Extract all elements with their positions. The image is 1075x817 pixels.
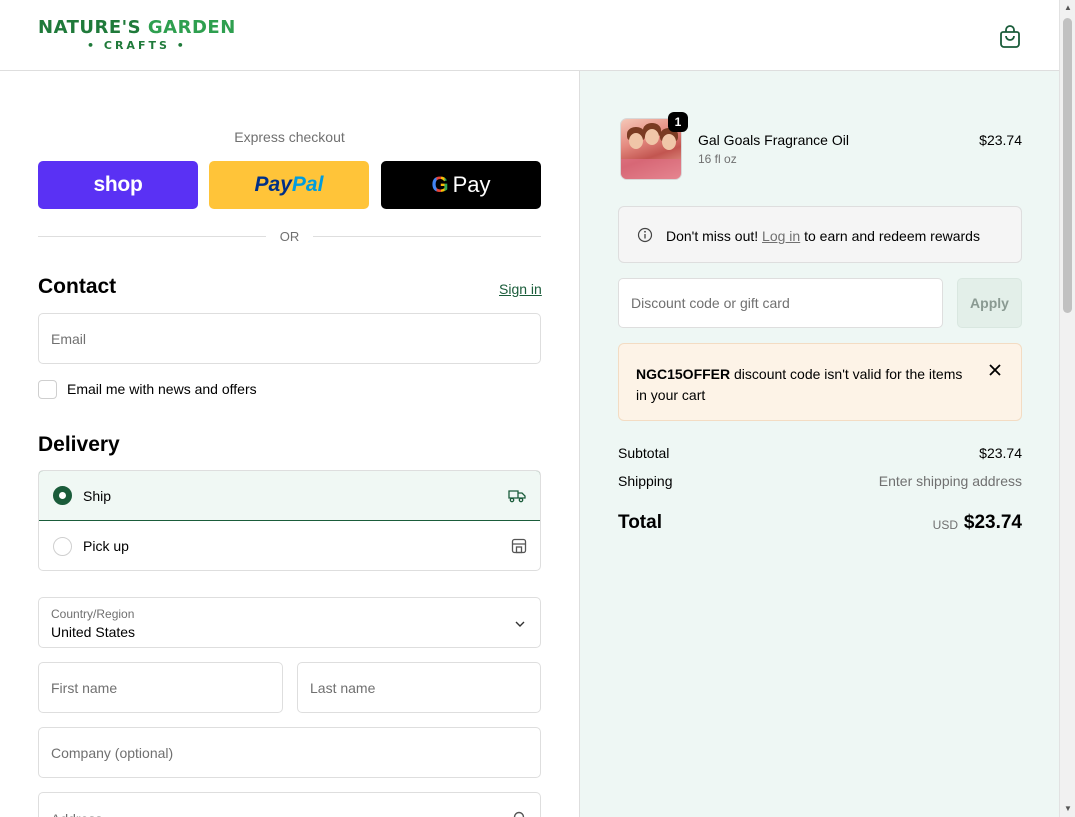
sign-in-link[interactable]: Sign in: [499, 281, 542, 297]
total-label: Total: [618, 512, 662, 533]
express-checkout-label: Express checkout: [234, 129, 345, 145]
company-field[interactable]: [38, 727, 541, 778]
rewards-text: Don't miss out! Log in to earn and redee…: [666, 228, 980, 244]
scroll-up-arrow-icon[interactable]: ▲: [1060, 0, 1075, 16]
first-name-input[interactable]: [39, 663, 282, 712]
google-g-icon: G: [431, 172, 449, 197]
product-name: Gal Goals Fragrance Oil: [698, 132, 849, 148]
truck-icon: [508, 487, 526, 505]
or-divider: OR: [38, 228, 541, 246]
rewards-banner: Don't miss out! Log in to earn and redee…: [618, 206, 1022, 263]
discount-field[interactable]: [618, 278, 943, 328]
country-select[interactable]: Country/Region United States: [38, 597, 541, 648]
total-value: $23.74: [963, 512, 1022, 533]
scrollbar-thumb[interactable]: [1063, 18, 1072, 313]
close-icon[interactable]: [988, 363, 1002, 377]
last-name-field[interactable]: [297, 662, 541, 713]
delivery-title: Delivery: [38, 433, 120, 456]
newsletter-label: Email me with news and offers: [67, 381, 257, 397]
country-label: Country/Region: [51, 607, 135, 621]
paypal-button[interactable]: Pay Pal: [209, 161, 369, 209]
google-pay-button[interactable]: G Pay: [381, 161, 541, 209]
total-currency: USD: [932, 518, 958, 532]
ship-radio[interactable]: [53, 486, 72, 505]
newsletter-checkbox[interactable]: [38, 379, 57, 399]
info-icon: [637, 227, 653, 243]
product-price: $23.74: [979, 132, 1022, 148]
newsletter-option[interactable]: Email me with news and offers: [38, 379, 257, 399]
product-variant: 16 fl oz: [698, 152, 737, 166]
logo-subline: • CRAFTS •: [87, 39, 187, 52]
email-field[interactable]: [38, 313, 541, 364]
logo-wordmark: NATURE'S GARDEN: [38, 17, 236, 38]
address-input[interactable]: [39, 793, 540, 817]
page-scrollbar[interactable]: ▲ ▼: [1059, 0, 1075, 817]
company-input[interactable]: [39, 728, 540, 777]
search-icon: [513, 811, 527, 817]
quantity-badge: 1: [668, 112, 688, 132]
shop-pay-button[interactable]: shop: [38, 161, 198, 209]
last-name-input[interactable]: [298, 663, 540, 712]
discount-error-text: NGC15OFFER discount code isn't valid for…: [636, 366, 963, 403]
brand-logo[interactable]: NATURE'S GARDEN • CRAFTS •: [38, 17, 236, 53]
contact-title: Contact: [38, 275, 117, 298]
log-in-link[interactable]: Log in: [762, 228, 800, 244]
apply-discount-button[interactable]: Apply: [957, 278, 1022, 328]
address-field[interactable]: [38, 792, 541, 817]
chevron-down-icon: [514, 617, 526, 629]
first-name-field[interactable]: [38, 662, 283, 713]
scroll-down-arrow-icon[interactable]: ▼: [1060, 801, 1075, 817]
delivery-method-group: Ship Pick up: [38, 470, 541, 571]
checkout-header: NATURE'S GARDEN • CRAFTS •: [0, 0, 1059, 71]
pickup-radio[interactable]: [53, 536, 72, 556]
cart-bag-icon[interactable]: [998, 23, 1022, 49]
delivery-option-ship[interactable]: Ship: [39, 471, 540, 521]
store-icon: [510, 537, 528, 555]
order-summary-panel: [579, 71, 1059, 817]
country-value: United States: [51, 624, 136, 640]
discount-error-banner: NGC15OFFER discount code isn't valid for…: [618, 343, 1022, 421]
delivery-option-pickup[interactable]: Pick up: [39, 521, 540, 570]
discount-input[interactable]: [619, 279, 942, 327]
email-input[interactable]: [39, 314, 540, 363]
